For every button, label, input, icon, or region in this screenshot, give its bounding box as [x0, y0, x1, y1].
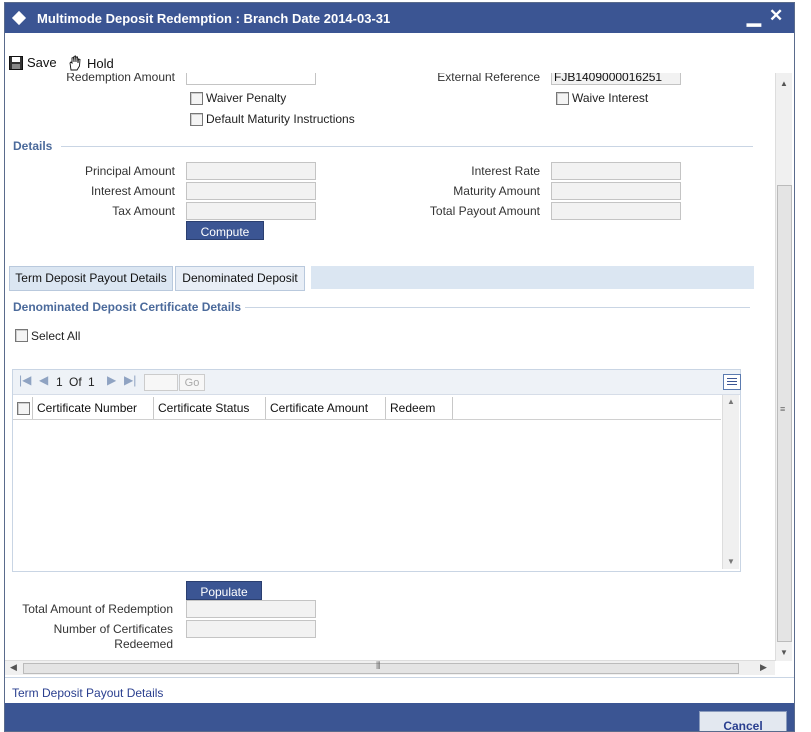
interest-amount-field[interactable] [186, 182, 316, 200]
main-scrollbar[interactable]: ▲ ≡ ▼ [775, 73, 792, 661]
total-payout-label: Total Payout Amount [429, 204, 540, 218]
column-certificate-status[interactable]: Certificate Status [154, 397, 266, 419]
maturity-amount-label: Maturity Amount [453, 184, 540, 198]
grid-options-icon[interactable] [723, 374, 741, 390]
page-current: 1 [56, 375, 63, 389]
term-deposit-payout-link[interactable]: Term Deposit Payout Details [12, 686, 163, 700]
hand-icon [69, 55, 81, 71]
interest-rate-label: Interest Rate [471, 164, 540, 178]
prev-page-icon[interactable]: ◀ [39, 373, 48, 387]
default-maturity-checkbox[interactable] [190, 113, 203, 126]
last-page-icon[interactable]: ▶| [124, 373, 136, 387]
grid-checkbox-column [13, 397, 33, 419]
redemption-amount-input[interactable] [186, 73, 316, 85]
maturity-amount-field[interactable] [551, 182, 681, 200]
window-title: Multimode Deposit Redemption : Branch Da… [37, 11, 391, 26]
principal-amount-label: Principal Amount [84, 164, 175, 178]
select-all-checkbox[interactable] [15, 329, 28, 342]
column-certificate-amount[interactable]: Certificate Amount [266, 397, 386, 419]
scroll-thumb[interactable]: ≡ [777, 185, 792, 642]
interest-amount-label: Interest Amount [90, 184, 175, 198]
save-icon [9, 55, 23, 70]
grid-scrollbar[interactable]: ▲ ▼ [722, 395, 739, 569]
total-redemption-field[interactable] [186, 600, 316, 618]
h-scroll-grip-icon: ⦀ [376, 661, 381, 672]
scroll-left-icon[interactable]: ◀ [10, 662, 17, 673]
toolbar: Save Hold [5, 49, 794, 73]
cancel-button[interactable]: Cancel [699, 711, 787, 731]
total-payout-field[interactable] [551, 202, 681, 220]
first-page-icon[interactable]: |◀ [19, 373, 31, 387]
tab-term-deposit-payout[interactable]: Term Deposit Payout Details [9, 266, 173, 291]
scroll-right-icon[interactable]: ▶ [760, 662, 767, 673]
save-button[interactable]: Save [9, 55, 57, 70]
grid-scroll-down-icon[interactable]: ▼ [727, 557, 735, 566]
details-divider [61, 146, 753, 147]
external-reference-label: External Reference [437, 73, 540, 84]
app-icon [11, 10, 27, 26]
populate-button[interactable]: Populate [186, 581, 262, 600]
details-section-title: Details [13, 139, 53, 153]
tax-amount-label: Tax Amount [112, 204, 175, 218]
select-all-label: Select All [31, 329, 81, 343]
horizontal-scrollbar[interactable]: ◀ ⦀ ▶ [5, 660, 775, 675]
title-bar: Multimode Deposit Redemption : Branch Da… [5, 3, 794, 33]
minimize-icon[interactable]: ▁ [747, 6, 761, 27]
page-total: 1 [88, 375, 95, 389]
hold-label: Hold [87, 55, 114, 71]
certificate-divider [245, 307, 750, 308]
default-maturity-label: Default Maturity Instructions [206, 112, 355, 126]
next-page-icon[interactable]: ▶ [107, 373, 116, 387]
redemption-amount-label: Redemption Amount [66, 73, 175, 84]
bottom-bar: Cancel [5, 703, 794, 731]
grid-scroll-up-icon[interactable]: ▲ [727, 397, 735, 406]
grid-pager: |◀ ◀ 1 Of 1 ▶ ▶| Go [13, 370, 741, 395]
waiver-penalty-checkbox[interactable] [190, 92, 203, 105]
scroll-up-icon[interactable]: ▲ [780, 79, 788, 88]
interest-rate-field[interactable] [551, 162, 681, 180]
page-number-input[interactable] [144, 374, 178, 391]
num-certificates-label: Number of Certificates [53, 622, 173, 636]
external-reference-value: FJB1409000016251 [554, 73, 663, 84]
tab-denominated-deposit[interactable]: Denominated Deposit [175, 266, 305, 291]
external-reference-field[interactable]: FJB1409000016251 [551, 73, 681, 85]
column-redeem[interactable]: Redeem [386, 397, 453, 419]
tax-amount-field[interactable] [186, 202, 316, 220]
dialog-window: Multimode Deposit Redemption : Branch Da… [4, 2, 795, 732]
scroll-down-icon[interactable]: ▼ [780, 648, 788, 657]
go-button[interactable]: Go [179, 374, 205, 391]
column-certificate-number[interactable]: Certificate Number [33, 397, 154, 419]
compute-button[interactable]: Compute [186, 221, 264, 240]
num-certificates-label-line2: Redeemed [114, 637, 173, 651]
hold-button[interactable]: Hold [67, 55, 114, 71]
principal-amount-field[interactable] [186, 162, 316, 180]
save-label: Save [27, 55, 57, 70]
waiver-penalty-label: Waiver Penalty [206, 91, 287, 105]
certificate-section-title: Denominated Deposit Certificate Details [13, 300, 242, 314]
tab-strip [311, 266, 754, 289]
footer-link-bar: Term Deposit Payout Details [5, 677, 794, 702]
waive-interest-checkbox[interactable] [556, 92, 569, 105]
h-scroll-thumb[interactable]: ⦀ [23, 661, 739, 674]
close-icon[interactable]: ✕ [769, 6, 783, 26]
scroll-grip-icon: ≡ [780, 404, 786, 414]
waive-interest-label: Waive Interest [572, 91, 649, 105]
page-of: Of [69, 375, 82, 389]
total-redemption-label: Total Amount of Redemption [22, 602, 173, 616]
num-certificates-field[interactable] [186, 620, 316, 638]
